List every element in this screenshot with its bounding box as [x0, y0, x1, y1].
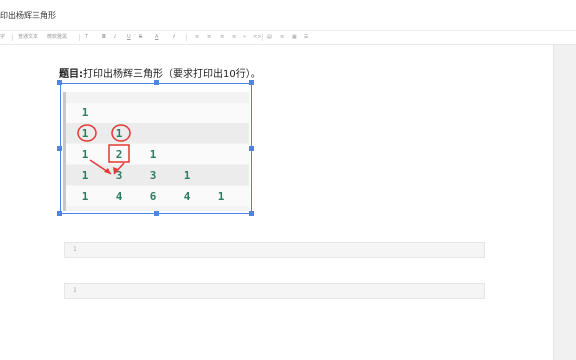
toolbar-separator: [12, 34, 13, 41]
image-row-band: [66, 103, 249, 123]
heading-label: 题目:: [59, 69, 83, 80]
line-number: 1: [73, 246, 77, 253]
quote-button[interactable]: »: [243, 33, 246, 42]
resize-handle[interactable]: [249, 146, 254, 151]
image-row-band: [66, 123, 249, 143]
toolbar-separator: [262, 34, 263, 41]
font-icon[interactable]: 字: [0, 33, 5, 42]
triangle-number: 3: [149, 169, 157, 182]
triangle-number: 4: [183, 190, 191, 203]
triangle-number: 1: [81, 190, 89, 203]
triangle-number: 2: [115, 148, 123, 161]
image-button[interactable]: ▤: [267, 33, 272, 42]
code-button[interactable]: <>: [253, 33, 261, 42]
resize-handle[interactable]: [249, 80, 254, 85]
code-block[interactable]: 1: [64, 242, 485, 258]
link-button[interactable]: ≡: [280, 33, 284, 42]
resize-handle[interactable]: [249, 211, 254, 216]
triangle-number: 3: [115, 169, 123, 182]
align-right-button[interactable]: ≡: [220, 33, 224, 42]
highlight-button[interactable]: ℓ: [173, 33, 175, 42]
resize-handle[interactable]: [154, 211, 159, 216]
line-number: 1: [73, 287, 77, 294]
heading-text: 打印出杨辉三角形（要求打印出10行）。: [83, 69, 261, 80]
text-color-button[interactable]: A: [155, 33, 158, 42]
triangle-number: 1: [81, 148, 89, 161]
resize-handle[interactable]: [57, 211, 62, 216]
font-size-icon[interactable]: T: [85, 33, 88, 42]
align-center-button[interactable]: ≡: [207, 33, 211, 42]
align-left-button[interactable]: ≡: [195, 33, 199, 42]
toolbar-divider: [0, 44, 576, 45]
paragraph-style-select[interactable]: 普通文本: [18, 33, 38, 42]
title-bar: 印出杨辉三角形: [0, 0, 576, 30]
italic-button[interactable]: I: [114, 33, 116, 42]
table-button[interactable]: ▦: [292, 33, 297, 42]
resize-handle[interactable]: [57, 146, 62, 151]
right-side-panel: [553, 45, 576, 360]
triangle-number: 1: [81, 127, 89, 140]
triangle-number: 1: [183, 169, 191, 182]
toolbar-separator: [186, 34, 187, 41]
resize-handle[interactable]: [57, 80, 62, 85]
strikethrough-button[interactable]: S: [139, 33, 142, 42]
toolbar-separator: [79, 34, 80, 41]
triangle-number: 1: [115, 127, 123, 140]
triangle-number: 1: [81, 106, 89, 119]
underline-button[interactable]: U: [127, 33, 131, 42]
triangle-number: 1: [81, 169, 89, 182]
triangle-number: 4: [115, 190, 123, 203]
question-heading: 题目:打印出杨辉三角形（要求打印出10行）。: [59, 65, 261, 80]
triangle-number: 6: [149, 190, 157, 203]
font-family-select[interactable]: 微软雅黑: [47, 33, 67, 42]
document-title: 印出杨辉三角形: [0, 11, 56, 20]
code-block[interactable]: 1: [64, 283, 485, 299]
list-button[interactable]: ≡: [232, 33, 236, 42]
resize-handle[interactable]: [154, 80, 159, 85]
bold-button[interactable]: B: [102, 33, 106, 42]
more-button[interactable]: ☰: [304, 33, 308, 42]
triangle-number: 1: [217, 190, 225, 203]
triangle-number: 1: [149, 148, 157, 161]
